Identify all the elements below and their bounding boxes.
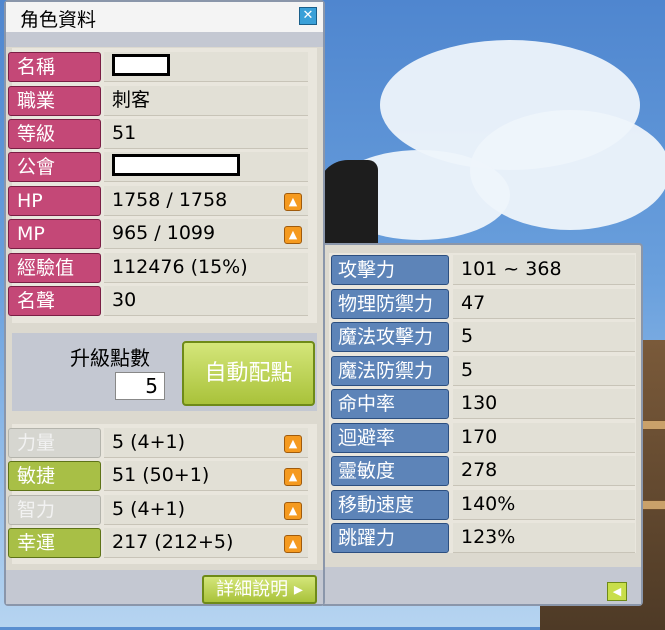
increase-icon[interactable]: ▲ — [284, 535, 302, 553]
increase-icon[interactable]: ▲ — [284, 226, 302, 244]
title-bar[interactable]: 角色資料 ✕ — [6, 2, 323, 33]
increase-icon[interactable]: ▲ — [284, 193, 302, 211]
detail-stat-label: 物理防禦力 — [331, 288, 449, 319]
stat-value-text: 5 (4+1) — [112, 498, 186, 520]
profile-row: 職業 刺客 — [8, 86, 312, 116]
detail-button[interactable]: 詳細說明 ▸ — [202, 575, 317, 604]
collapse-detail-button[interactable]: ◀ — [607, 582, 627, 601]
profile-value — [104, 52, 308, 82]
profile-value: 51 — [104, 119, 308, 149]
detail-stat-row: 魔法防禦力 5 — [331, 355, 635, 386]
game-object — [318, 160, 378, 250]
detail-stat-value: 123% — [453, 523, 635, 553]
close-icon[interactable]: ✕ — [299, 7, 317, 25]
profile-label: 名稱 — [8, 52, 101, 82]
stat-row: 敏捷 51 (50+1) ▲ — [8, 461, 312, 491]
detail-stat-label: 迴避率 — [331, 422, 449, 453]
stat-row: 幸運 217 (212+5) ▲ — [8, 528, 312, 558]
stat-label: 幸運 — [8, 528, 101, 558]
frame-strip — [6, 32, 323, 47]
detail-stat-value: 140% — [453, 489, 635, 520]
detail-stat-value: 170 — [453, 422, 635, 453]
detail-stat-row: 物理防禦力 47 — [331, 288, 635, 319]
profile-label: 名聲 — [8, 286, 101, 316]
stat-value: 217 (212+5) ▲ — [104, 528, 308, 558]
increase-icon[interactable]: ▲ — [284, 468, 302, 486]
detail-stat-row: 攻擊力 101 ~ 368 — [331, 255, 635, 285]
profile-label: MP — [8, 219, 101, 249]
profile-value: 1758 / 1758 ▲ — [104, 186, 308, 216]
profile-value-text: 965 / 1099 — [112, 222, 216, 244]
detail-bottom-bar — [323, 567, 641, 604]
stat-label: 敏捷 — [8, 461, 101, 491]
stat-row: 智力 5 (4+1) ▲ — [8, 495, 312, 525]
detail-stat-value: 130 — [453, 389, 635, 419]
profile-label: HP — [8, 186, 101, 216]
detail-stat-label: 靈敏度 — [331, 456, 449, 486]
detail-stat-row: 命中率 130 — [331, 389, 635, 419]
redacted-box — [112, 54, 170, 76]
detail-stat-value: 101 ~ 368 — [453, 255, 635, 285]
stat-value-text: 5 (4+1) — [112, 431, 186, 453]
detail-stat-row: 移動速度 140% — [331, 489, 635, 520]
profile-row: 公會 — [8, 152, 312, 182]
profile-row: HP 1758 / 1758 ▲ — [8, 186, 312, 216]
auto-assign-button[interactable]: 自動配點 — [182, 341, 315, 406]
stat-value-text: 217 (212+5) — [112, 531, 234, 553]
profile-value-text: 刺客 — [112, 89, 151, 111]
increase-icon[interactable]: ▲ — [284, 502, 302, 520]
detail-stat-value: 278 — [453, 456, 635, 486]
profile-value: 965 / 1099 ▲ — [104, 219, 308, 249]
profile-value-text: 51 — [112, 122, 137, 144]
detail-stat-row: 靈敏度 278 — [331, 456, 635, 486]
profile-label: 等級 — [8, 119, 101, 149]
window-title: 角色資料 — [20, 9, 97, 31]
profile-value: 刺客 — [104, 86, 308, 116]
stat-value: 5 (4+1) ▲ — [104, 428, 308, 458]
detail-stat-row: 魔法攻擊力 5 — [331, 322, 635, 352]
profile-value-text: 30 — [112, 289, 137, 311]
detail-stat-label: 命中率 — [331, 389, 449, 419]
detail-stat-label: 攻擊力 — [331, 255, 449, 285]
profile-row: 名聲 30 — [8, 286, 312, 316]
stat-label: 力量 — [8, 428, 101, 458]
profile-value: 30 — [104, 286, 308, 316]
profile-row: MP 965 / 1099 ▲ — [8, 219, 312, 249]
profile-value-text: 1758 / 1758 — [112, 189, 228, 211]
stat-label: 智力 — [8, 495, 101, 525]
detail-stat-label: 魔法防禦力 — [331, 355, 449, 386]
detail-stat-value: 5 — [453, 355, 635, 386]
profile-row: 名稱 — [8, 52, 312, 82]
profile-value-text: 112476 (15%) — [112, 256, 248, 278]
profile-row: 等級 51 — [8, 119, 312, 149]
redacted-box — [112, 154, 240, 176]
detail-stat-label: 移動速度 — [331, 489, 449, 520]
stat-row: 力量 5 (4+1) ▲ — [8, 428, 312, 458]
ability-points-value: 5 — [115, 372, 165, 400]
profile-row: 經驗值 112476 (15%) — [8, 253, 312, 283]
profile-value: 112476 (15%) — [104, 253, 308, 283]
detail-stat-row: 迴避率 170 — [331, 422, 635, 453]
profile-value — [104, 152, 308, 182]
profile-label: 公會 — [8, 152, 101, 182]
stat-value: 5 (4+1) ▲ — [104, 495, 308, 525]
detail-stat-label: 跳躍力 — [331, 523, 449, 553]
profile-label: 職業 — [8, 86, 101, 116]
detail-stat-value: 5 — [453, 322, 635, 352]
detail-stat-value: 47 — [453, 288, 635, 319]
profile-label: 經驗值 — [8, 253, 101, 283]
stat-value: 51 (50+1) ▲ — [104, 461, 308, 491]
detail-stat-label: 魔法攻擊力 — [331, 322, 449, 352]
detail-stat-row: 跳躍力 123% — [331, 523, 635, 553]
increase-icon[interactable]: ▲ — [284, 435, 302, 453]
stat-value-text: 51 (50+1) — [112, 464, 210, 486]
ability-points-label: 升級點數 — [70, 346, 150, 370]
